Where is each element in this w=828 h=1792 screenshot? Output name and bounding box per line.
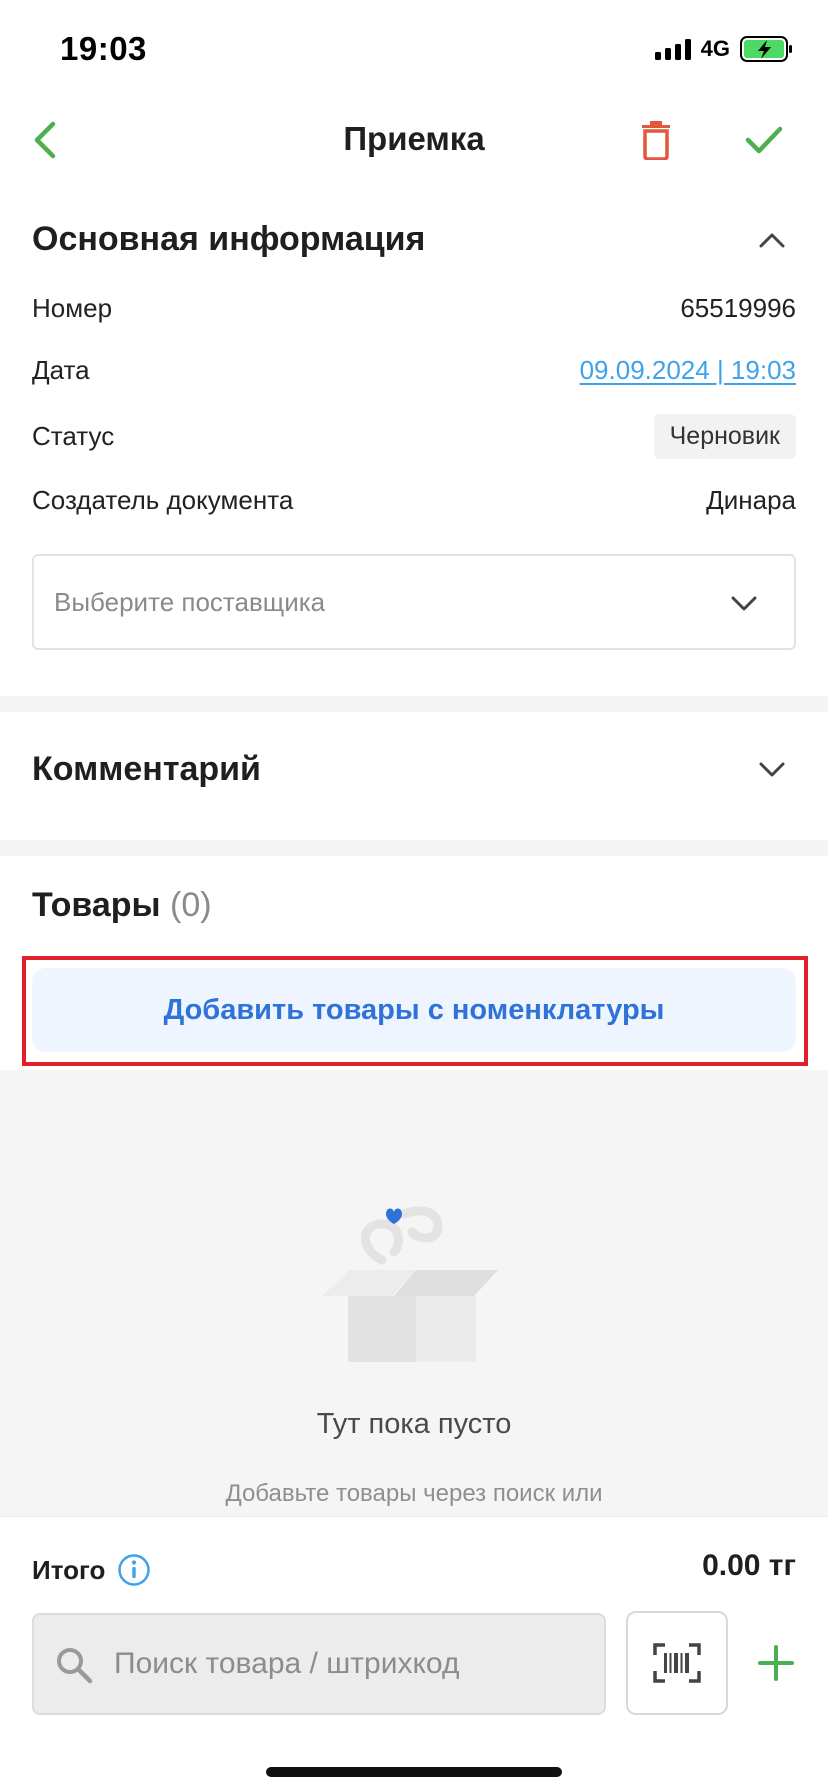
info-row-creator: Создатель документа Динара [32,480,796,520]
chevron-down-icon [759,762,785,777]
document-number: 65519996 [680,292,796,323]
info-label: Дата [32,354,90,385]
search-input[interactable] [114,1647,604,1681]
empty-state-title: Тут пока пусто [316,1408,512,1440]
info-label: Создатель документа [32,484,294,515]
info-label: Статус [32,420,115,451]
status-badge: Черновик [653,413,796,459]
bottom-panel: Итого 0.00 тг [0,1516,828,1792]
app-screen: 19:03 4G Приемка Основная информация Ном… [0,0,828,1792]
status-bar: 19:03 4G [0,0,828,100]
empty-state-subtitle: Добавьте товары через поиск или [225,1480,603,1507]
battery-charging-icon [740,36,792,62]
add-button[interactable] [748,1633,804,1693]
status-time: 19:03 [60,30,147,67]
info-label: Номер [32,292,113,323]
comment-title: Комментарий [32,750,261,788]
products-section: Товары (0) Добавить товары с номенклатур… [0,856,828,1070]
info-row-number: Номер 65519996 [32,288,796,328]
product-search-field[interactable] [32,1613,606,1715]
supplier-select[interactable]: Выберите поставщика [32,554,796,650]
total-label: Итого [32,1553,151,1587]
products-title-label: Товары [32,886,161,924]
supplier-placeholder: Выберите поставщика [54,586,326,617]
expand-comment-button[interactable] [752,750,792,790]
top-app-bar: Приемка [0,100,828,180]
barcode-scan-icon [653,1643,701,1683]
add-products-from-catalog-button[interactable]: Добавить товары с номенклатуры [32,968,796,1052]
total-label-text: Итого [32,1554,106,1585]
status-indicators: 4G [654,36,794,62]
check-icon [745,126,783,154]
section-divider [0,696,828,712]
chevron-up-icon [759,233,785,248]
home-indicator [266,1767,562,1777]
comment-section[interactable]: Комментарий [0,712,828,840]
products-title: Товары (0) [32,886,212,925]
empty-state: Тут пока пусто Добавьте товары через пои… [0,1070,828,1516]
info-row-date: Дата 09.09.2024 | 19:03 [32,350,796,390]
info-icon[interactable] [117,1553,151,1587]
confirm-button[interactable] [740,116,788,164]
creator-name: Динара [706,484,796,515]
network-type: 4G [700,36,730,61]
plus-icon [758,1645,794,1681]
page-title: Приемка [343,120,485,157]
section-divider [0,840,828,856]
products-count: (0) [170,886,212,924]
delete-button[interactable] [632,116,680,164]
empty-box-icon [322,1206,498,1362]
signal-icon [654,38,691,60]
main-info-title: Основная информация [32,220,426,258]
total-amount: 0.00 тг [702,1549,796,1582]
barcode-scan-button[interactable] [626,1611,728,1715]
info-row-status: Статус Черновик [32,413,796,459]
date-link[interactable]: 09.09.2024 | 19:03 [580,355,796,386]
search-icon [57,1648,93,1684]
main-info-section: Основная информация Номер 65519996 Дата … [0,190,828,696]
trash-icon [642,121,670,160]
collapse-main-info-button[interactable] [752,220,792,260]
chevron-down-icon [724,584,764,624]
